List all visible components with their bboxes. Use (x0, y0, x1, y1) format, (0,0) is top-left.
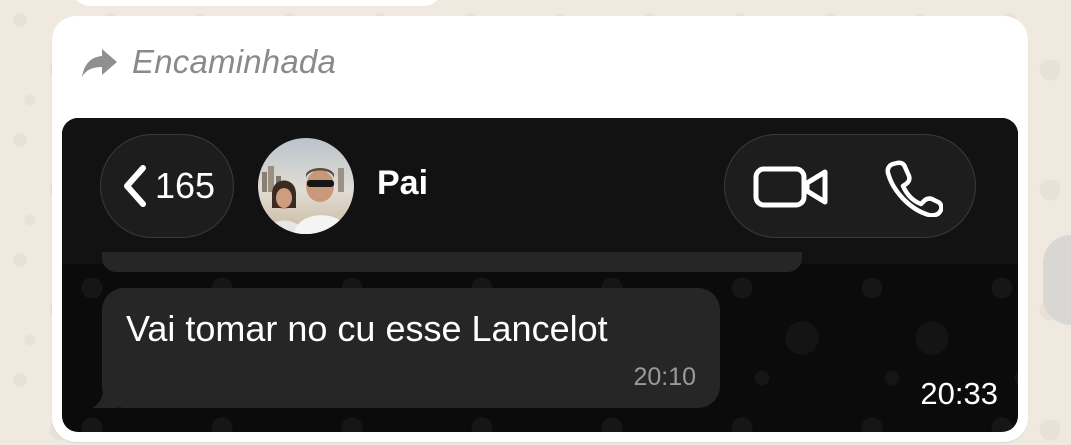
contact-name[interactable]: Pai (377, 164, 428, 203)
previous-message-bubble[interactable] (72, 0, 442, 6)
unread-count: 165 (154, 165, 216, 206)
phone-icon[interactable] (885, 159, 943, 217)
chevron-left-icon (123, 165, 146, 207)
video-camera-icon[interactable] (753, 161, 829, 213)
forwarded-label: Encaminhada (132, 43, 337, 80)
call-actions (724, 134, 976, 238)
side-action-button[interactable] (1043, 235, 1071, 325)
message-tail (92, 378, 118, 408)
previous-message-peek (102, 252, 802, 272)
back-button[interactable]: 165 (100, 134, 234, 238)
forwarded-indicator: Encaminhada (80, 42, 336, 82)
message-text: Vai tomar no cu esse Lancelot (126, 308, 608, 349)
contact-avatar[interactable] (258, 138, 354, 234)
screenshot-image[interactable]: 165 Pai Vai tomar no cu esse Lancelot 20… (62, 118, 1018, 432)
message-timestamp: 20:10 (633, 363, 696, 391)
bubble-timestamp: 20:33 (920, 376, 998, 411)
forward-arrow-icon (82, 49, 117, 77)
received-message-bubble[interactable]: Vai tomar no cu esse Lancelot 20:10 (92, 288, 720, 408)
